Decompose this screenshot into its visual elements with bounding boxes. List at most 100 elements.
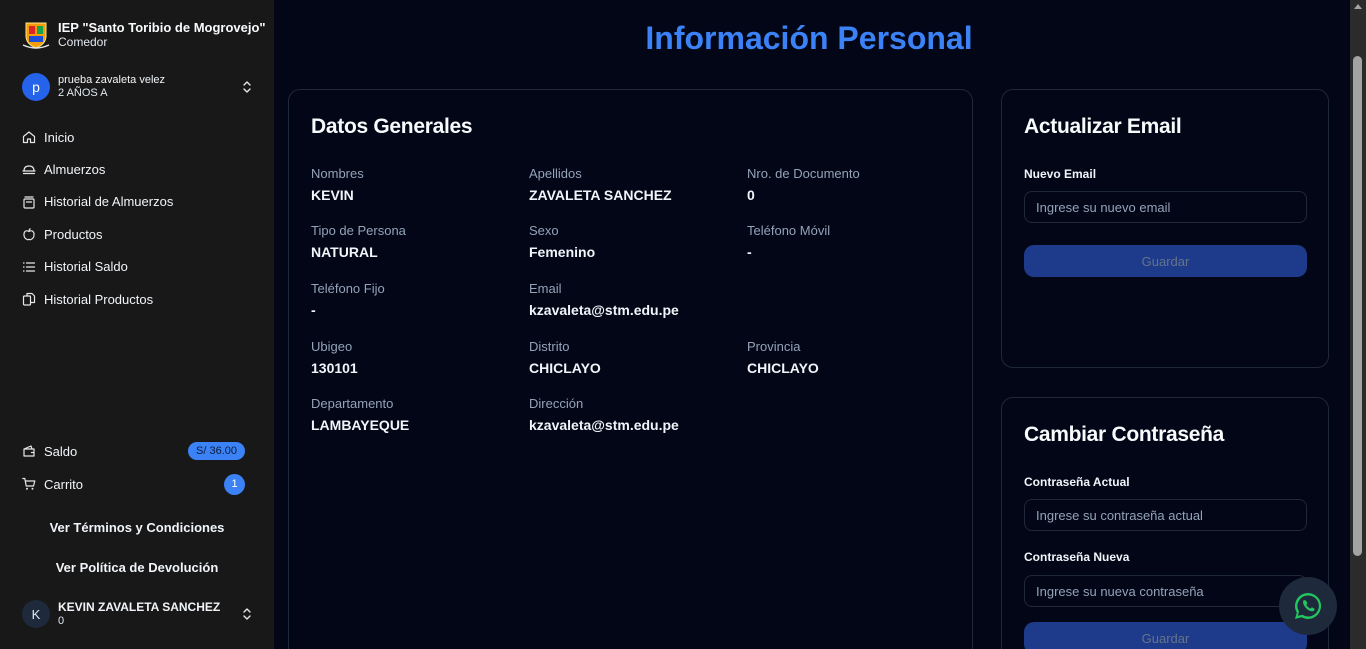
update-email-card: Actualizar Email Nuevo Email Guardar xyxy=(1001,89,1329,368)
user-name: KEVIN ZAVALETA SANCHEZ xyxy=(58,600,221,614)
brand[interactable]: IEP "Santo Toribio de Mogrovejo" Comedor xyxy=(22,20,266,50)
field-label: Departamento xyxy=(311,396,394,411)
sidebar: IEP "Santo Toribio de Mogrovejo" Comedor… xyxy=(0,0,274,649)
field-sexo: Sexo Femenino xyxy=(529,223,729,260)
field-value: NATURAL xyxy=(311,244,378,260)
sidebar-item-label: Historial Productos xyxy=(44,291,154,307)
sidebar-item-label: Historial Saldo xyxy=(44,259,128,275)
card-title: Actualizar Email xyxy=(1024,115,1182,138)
field-label: Nombres xyxy=(311,166,364,181)
chevrons-up-down-icon xyxy=(243,81,251,93)
field-telefono-fijo: Teléfono Fijo - xyxy=(311,281,511,318)
field-value: 0 xyxy=(747,187,755,203)
school-crest-icon xyxy=(22,22,50,49)
field-label: Apellidos xyxy=(529,166,582,181)
field-departamento: Departamento LAMBAYEQUE xyxy=(311,396,511,433)
field-distrito: Distrito CHICLAYO xyxy=(529,339,729,376)
field-label: Teléfono Fijo xyxy=(311,281,385,296)
field-tipo-persona: Tipo de Persona NATURAL xyxy=(311,223,511,260)
field-value: kzavaleta@stm.edu.pe xyxy=(529,417,679,433)
scroll-thumb[interactable] xyxy=(1353,56,1362,556)
field-label: Teléfono Móvil xyxy=(747,223,831,238)
new-password-input[interactable] xyxy=(1024,575,1307,607)
sidebar-item-historial-productos[interactable]: Historial Productos xyxy=(22,283,254,315)
card-title: Cambiar Contraseña xyxy=(1024,423,1224,446)
brand-subtitle: Comedor xyxy=(58,35,108,49)
sidebar-item-historial-almuerzos[interactable]: Historial de Almuerzos xyxy=(22,186,254,218)
field-value: 130101 xyxy=(311,360,358,376)
whatsapp-button[interactable] xyxy=(1279,577,1337,635)
field-label: Sexo xyxy=(529,223,559,238)
student-switcher[interactable]: p prueba zavaleta velez 2 AÑOS A xyxy=(22,72,254,102)
cart-icon xyxy=(22,477,36,490)
card-title: Datos Generales xyxy=(311,115,473,138)
home-icon xyxy=(22,131,36,144)
field-value: ZAVALETA SANCHEZ xyxy=(529,187,672,203)
field-label: Distrito xyxy=(529,339,570,354)
field-provincia: Provincia CHICLAYO xyxy=(747,339,947,376)
new-password-label: Contraseña Nueva xyxy=(1024,550,1130,564)
field-label: Email xyxy=(529,281,562,296)
apple-icon xyxy=(23,228,35,241)
history-icon xyxy=(23,196,35,209)
field-telefono-movil: Teléfono Móvil - xyxy=(747,223,947,260)
current-password-input[interactable] xyxy=(1024,499,1307,531)
field-direccion: Dirección kzavaleta@stm.edu.pe xyxy=(529,396,729,433)
field-value: Femenino xyxy=(529,244,596,260)
save-password-button[interactable]: Guardar xyxy=(1024,622,1307,649)
new-email-input[interactable] xyxy=(1024,191,1307,223)
wallet-icon xyxy=(23,445,35,457)
field-label: Ubigeo xyxy=(311,339,353,354)
terms-link[interactable]: Ver Términos y Condiciones xyxy=(0,520,274,535)
sidebar-item-label: Productos xyxy=(44,226,103,242)
general-data-card: Datos Generales Nombres KEVIN Apellidos … xyxy=(288,89,973,649)
sidebar-item-inicio[interactable]: Inicio xyxy=(22,121,254,153)
field-value: - xyxy=(747,244,752,260)
field-nombres: Nombres KEVIN xyxy=(311,166,511,203)
sidebar-item-historial-saldo[interactable]: Historial Saldo xyxy=(22,251,254,283)
sidebar-item-productos[interactable]: Productos xyxy=(22,218,254,250)
saldo-badge: S/ 36.00 xyxy=(188,442,245,460)
sidebar-item-label: Historial de Almuerzos xyxy=(44,194,174,210)
files-icon xyxy=(22,293,36,306)
field-email: Email kzavaleta@stm.edu.pe xyxy=(529,281,729,318)
field-value: kzavaleta@stm.edu.pe xyxy=(529,302,679,318)
carrito-label: Carrito xyxy=(44,476,84,492)
save-email-button[interactable]: Guardar xyxy=(1024,245,1307,277)
return-policy-link[interactable]: Ver Política de Devolución xyxy=(0,560,274,575)
brand-title: IEP "Santo Toribio de Mogrovejo" xyxy=(58,20,266,35)
page-title: Información Personal xyxy=(645,20,973,56)
page-scrollbar[interactable] xyxy=(1350,0,1366,649)
user-avatar: K xyxy=(22,600,50,628)
saldo-label: Saldo xyxy=(44,443,78,459)
student-avatar: p xyxy=(22,73,50,101)
student-grade: 2 AÑOS A xyxy=(58,87,108,99)
student-name: prueba zavaleta velez xyxy=(58,74,166,86)
field-value: - xyxy=(311,302,316,318)
field-value: LAMBAYEQUE xyxy=(311,417,410,433)
field-label: Tipo de Persona xyxy=(311,223,406,238)
lunch-icon xyxy=(22,164,36,174)
sidebar-nav: Inicio Almuerzos Historial de Almuerzos … xyxy=(22,121,254,315)
current-password-label: Contraseña Actual xyxy=(1024,475,1130,489)
sidebar-item-label: Inicio xyxy=(44,129,75,145)
sidebar-item-almuerzos[interactable]: Almuerzos xyxy=(22,153,254,185)
field-label: Provincia xyxy=(747,339,801,354)
field-value: CHICLAYO xyxy=(529,360,601,376)
field-ubigeo: Ubigeo 130101 xyxy=(311,339,511,376)
chevrons-up-down-icon xyxy=(243,608,251,620)
field-value: CHICLAYO xyxy=(747,360,819,376)
user-menu[interactable]: K KEVIN ZAVALETA SANCHEZ 0 xyxy=(22,600,254,628)
new-email-label: Nuevo Email xyxy=(1024,167,1097,181)
field-value: KEVIN xyxy=(311,187,354,203)
saldo-item[interactable]: Saldo S/ 36.00 xyxy=(22,440,245,462)
field-label: Nro. de Documento xyxy=(747,166,860,181)
scroll-up-arrow[interactable] xyxy=(1354,4,1362,9)
field-documento: Nro. de Documento 0 xyxy=(747,166,947,203)
user-subtitle: 0 xyxy=(58,615,65,627)
field-label: Dirección xyxy=(529,396,584,411)
cart-count-badge: 1 xyxy=(224,473,245,495)
list-icon xyxy=(23,261,36,272)
whatsapp-icon xyxy=(1295,593,1322,619)
carrito-item[interactable]: Carrito 1 xyxy=(22,473,245,495)
